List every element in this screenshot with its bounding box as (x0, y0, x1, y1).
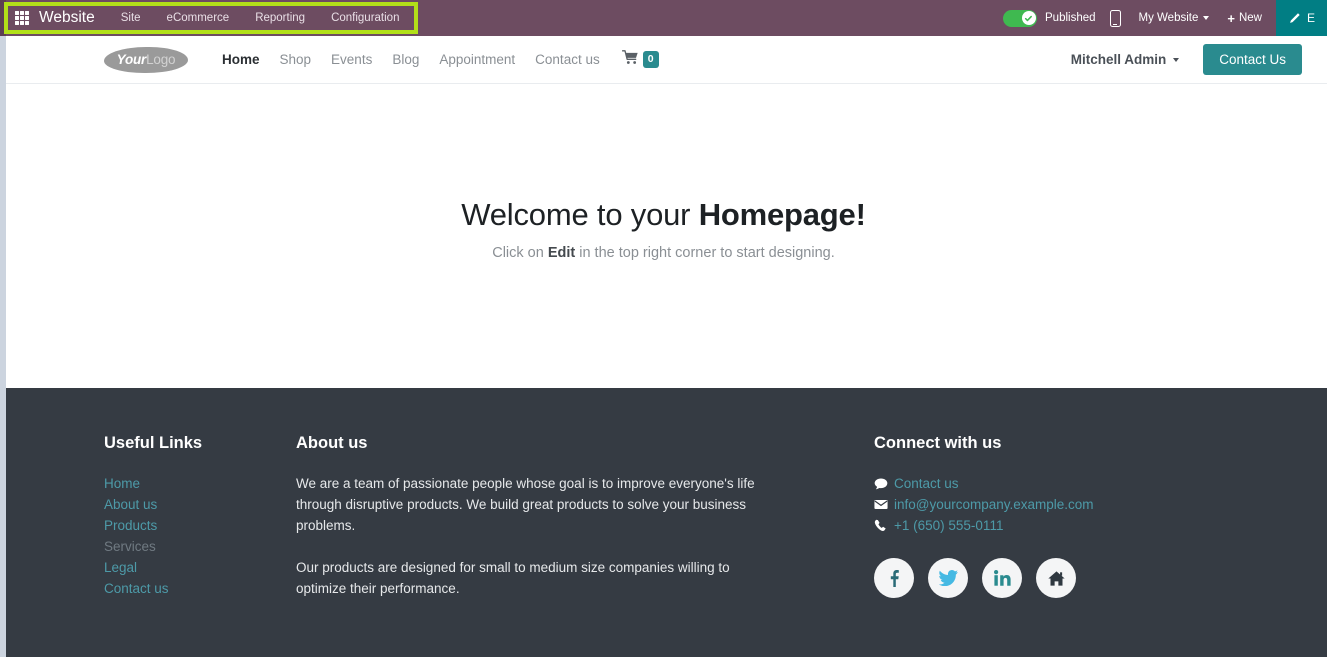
systray-right-group: Published My Website + New E (1003, 0, 1327, 36)
footer-heading-useful-links: Useful Links (104, 434, 203, 452)
nav-item-contact-us[interactable]: Contact us (525, 52, 610, 67)
check-circle-icon (1021, 11, 1036, 25)
new-button-label: New (1238, 12, 1262, 24)
site-footer: Useful Links Home About us Products Serv… (0, 388, 1327, 657)
footer-email-label: info@yourcompany.example.com (894, 497, 1094, 512)
hero-sub-after: in the top right corner to start designi… (575, 245, 835, 261)
page-title: Welcome to your Homepage! (461, 197, 866, 233)
home-icon (1047, 570, 1065, 586)
systray-menu-site[interactable]: Site (121, 12, 141, 24)
footer-link-about-us[interactable]: About us (104, 494, 274, 515)
apps-grid-icon[interactable] (15, 11, 29, 25)
chevron-down-icon (1203, 16, 1210, 20)
footer-column-connect: Connect with us Contact us info@yourcomp… (874, 434, 1254, 598)
footer-about-paragraph-2: Our products are designed for small to m… (296, 560, 730, 596)
website-selector-label: My Website (1138, 12, 1199, 24)
contact-us-button[interactable]: Contact Us (1203, 44, 1302, 75)
footer-phone-link[interactable]: +1 (650) 555-0111 (874, 515, 1254, 536)
footer-phone-label: +1 (650) 555-0111 (894, 518, 1004, 533)
user-menu[interactable]: Mitchell Admin (1071, 52, 1180, 67)
systray-menu-configuration[interactable]: Configuration (331, 12, 399, 24)
publish-switch[interactable] (1003, 9, 1037, 27)
footer-about-paragraph-1: We are a team of passionate people whose… (296, 476, 755, 533)
nav-item-appointment[interactable]: Appointment (429, 52, 525, 67)
home-button[interactable] (1036, 558, 1076, 598)
footer-social-buttons (874, 558, 1254, 598)
website-selector[interactable]: My Website (1139, 12, 1210, 24)
facebook-icon (890, 569, 899, 587)
edit-button-label: E (1306, 11, 1315, 25)
nav-item-blog[interactable]: Blog (382, 52, 429, 67)
footer-link-home[interactable]: Home (104, 473, 274, 494)
page-scrollbar[interactable] (0, 36, 6, 657)
footer-contact-label: Contact us (894, 476, 959, 491)
twitter-icon (938, 570, 958, 586)
footer-link-services[interactable]: Services (104, 536, 274, 557)
logo-text: Your Logo (104, 47, 188, 73)
edit-button[interactable]: E (1275, 0, 1327, 36)
footer-link-products[interactable]: Products (104, 515, 274, 536)
user-menu-label: Mitchell Admin (1070, 52, 1167, 67)
header-right-group: Mitchell Admin Contact Us (1071, 44, 1302, 75)
pencil-icon (1288, 12, 1301, 25)
systray-menu-ecommerce[interactable]: eCommerce (167, 12, 230, 24)
logo-text-primary: Your (116, 52, 147, 67)
site-logo[interactable]: Your Logo (104, 46, 188, 73)
publish-label: Published (1045, 12, 1096, 24)
hero-section: Welcome to your Homepage! Click on Edit … (0, 84, 1327, 388)
footer-link-contact-us[interactable]: Contact us (104, 578, 274, 599)
hero-sub-before: Click on (492, 245, 548, 261)
odoo-systray-bar: Website Site eCommerce Reporting Configu… (0, 0, 1327, 36)
chevron-down-icon (1173, 57, 1180, 62)
nav-item-home[interactable]: Home (212, 52, 270, 67)
publish-toggle[interactable]: Published (1003, 9, 1096, 27)
nav-item-events[interactable]: Events (321, 52, 382, 67)
comment-icon (874, 478, 894, 490)
facebook-button[interactable] (874, 558, 914, 598)
footer-link-legal[interactable]: Legal (104, 557, 274, 578)
new-button[interactable]: + New (1227, 11, 1262, 26)
footer-column-about-us: About us We are a team of passionate peo… (296, 434, 766, 599)
cart-count-badge: 0 (642, 51, 659, 68)
footer-heading-connect: Connect with us (874, 434, 1002, 452)
hero-title-bold: Homepage! (698, 197, 866, 232)
footer-contact-link[interactable]: Contact us (874, 473, 1254, 494)
hero-sub-bold: Edit (547, 245, 576, 261)
plus-icon: + (1227, 10, 1235, 26)
footer-heading-about-us: About us (296, 434, 368, 452)
site-navigation: Home Shop Events Blog Appointment Contac… (212, 49, 659, 70)
logo-text-secondary: Logo (146, 52, 176, 67)
mobile-preview-icon[interactable] (1109, 9, 1121, 27)
linkedin-icon (993, 570, 1011, 586)
shopping-cart-icon (621, 49, 639, 70)
footer-email-link[interactable]: info@yourcompany.example.com (874, 494, 1254, 515)
footer-column-useful-links: Useful Links Home About us Products Serv… (104, 434, 274, 599)
hero-title-plain: Welcome to your (461, 197, 699, 232)
cart-link[interactable]: 0 (621, 49, 659, 70)
systray-menu-reporting[interactable]: Reporting (255, 12, 305, 24)
phone-icon (874, 519, 894, 532)
envelope-icon (874, 499, 894, 510)
linkedin-button[interactable] (982, 558, 1022, 598)
current-app-name[interactable]: Website (39, 9, 95, 27)
nav-item-shop[interactable]: Shop (270, 52, 322, 67)
website-header: Your Logo Home Shop Events Blog Appointme… (0, 36, 1327, 84)
twitter-button[interactable] (928, 558, 968, 598)
hero-subtitle: Click on Edit in the top right corner to… (492, 245, 835, 261)
